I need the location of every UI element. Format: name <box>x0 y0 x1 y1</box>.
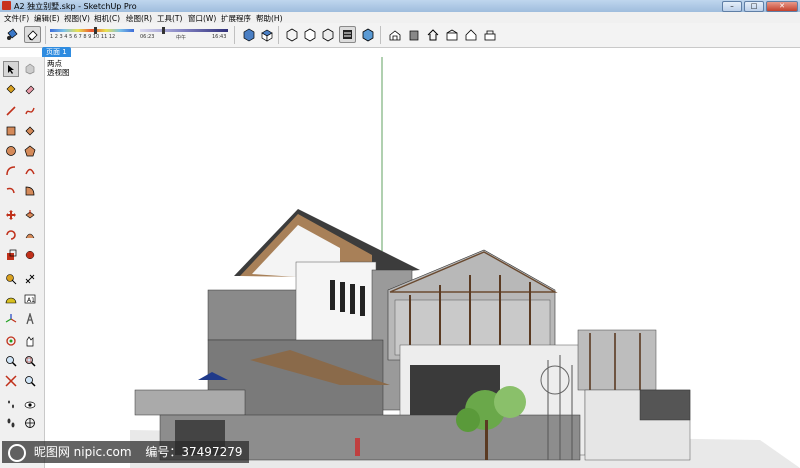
watermark-id: 编号：37497279 <box>145 445 243 459</box>
shaded-style-icon[interactable] <box>339 26 356 43</box>
person-figure <box>355 438 360 456</box>
eraser-tool-icon[interactable] <box>22 81 38 97</box>
scale-tool-icon[interactable] <box>3 247 19 263</box>
rectangle-tool-icon[interactable] <box>3 123 19 139</box>
title-bar: A2 独立别墅.skp - SketchUp Pro – □ ✕ <box>0 0 800 12</box>
three-point-arc-icon[interactable] <box>3 183 19 199</box>
protractor-tool-icon[interactable] <box>3 291 19 307</box>
close-button[interactable]: ✕ <box>766 1 798 12</box>
share-model-icon[interactable] <box>405 26 422 43</box>
watermark-banner: 昵图网 nipic.com 编号：37497279 <box>2 441 249 463</box>
house-outline-icon[interactable] <box>462 26 479 43</box>
walk-tool-icon[interactable] <box>3 397 19 413</box>
iso-view-icon[interactable] <box>240 26 257 43</box>
time-start-label: 06:23 <box>140 34 155 40</box>
model-viewport[interactable]: 两点 透视图 <box>45 57 800 468</box>
select-arrow-icon[interactable] <box>3 61 19 77</box>
minimize-button[interactable]: – <box>722 1 742 12</box>
offset-tool-icon[interactable] <box>22 247 38 263</box>
eraser-icon[interactable] <box>24 26 41 43</box>
main-toolbar: 1 2 3 4 5 6 7 8 9 10 11 12 06:23 中午 16:4… <box>0 23 800 48</box>
top-view-icon[interactable] <box>258 26 275 43</box>
section-plane-icon[interactable] <box>22 415 38 431</box>
xray-style-icon[interactable] <box>283 26 300 43</box>
look-around-icon[interactable] <box>22 397 38 413</box>
scene-tab[interactable]: 页面 1 <box>42 47 71 57</box>
terrace-railing <box>134 389 246 416</box>
textured-style-icon[interactable] <box>359 26 376 43</box>
dimension-tool-icon[interactable] <box>22 271 38 287</box>
follow-me-tool-icon[interactable] <box>22 227 38 243</box>
shadow-month-slider[interactable]: 1 2 3 4 5 6 7 8 9 10 11 12 <box>50 25 134 45</box>
orbit-tool-icon[interactable] <box>3 333 19 349</box>
wireframe-style-icon[interactable] <box>301 26 318 43</box>
zoom-extents-icon[interactable] <box>3 373 19 389</box>
home-icon[interactable] <box>424 26 441 43</box>
maximize-button[interactable]: □ <box>744 1 764 12</box>
make-component-icon[interactable] <box>22 61 38 77</box>
rotate-tool-icon[interactable] <box>3 227 19 243</box>
time-mid-label: 中午 <box>176 35 187 41</box>
move-tool-icon[interactable] <box>3 207 19 223</box>
line-tool-icon[interactable] <box>3 103 19 119</box>
text-tool-icon[interactable]: A1 <box>22 291 38 307</box>
tree-2 <box>494 386 526 418</box>
paint-bucket-icon[interactable] <box>4 26 21 43</box>
footprints-icon[interactable] <box>3 415 19 431</box>
tape-measure-icon[interactable] <box>3 271 19 287</box>
time-end-label: 16:43 <box>212 34 227 40</box>
left-toolbar: A1 <box>0 57 45 468</box>
zoom-window-icon[interactable] <box>22 353 38 369</box>
freehand-tool-icon[interactable] <box>22 103 38 119</box>
watermark-logo-icon <box>8 443 26 462</box>
polygon-tool-icon[interactable] <box>22 143 38 159</box>
window-title: A2 独立别墅.skp - SketchUp Pro <box>14 2 137 11</box>
warehouse-icon[interactable] <box>386 26 403 43</box>
3d-text-tool-icon[interactable] <box>22 311 38 327</box>
two-point-arc-icon[interactable] <box>22 163 38 179</box>
pan-tool-icon[interactable] <box>22 333 38 349</box>
zoom-tool-icon[interactable] <box>3 353 19 369</box>
sketchup-logo-icon <box>2 1 11 10</box>
push-pull-tool-icon[interactable] <box>22 207 38 223</box>
extension-warehouse-icon[interactable] <box>481 26 498 43</box>
watermark-text: 昵图网 nipic.com <box>33 445 132 459</box>
svg-text:A1: A1 <box>27 297 35 304</box>
villa-3d-model <box>130 57 800 468</box>
previous-view-icon[interactable] <box>22 373 38 389</box>
component-icon[interactable] <box>443 26 460 43</box>
arc-tool-icon[interactable] <box>3 163 19 179</box>
paint-icon[interactable] <box>3 81 19 97</box>
rotated-rectangle-tool-icon[interactable] <box>22 123 38 139</box>
month-labels: 1 2 3 4 5 6 7 8 9 10 11 12 <box>50 34 116 40</box>
shadow-time-slider[interactable]: 06:23 中午 16:43 <box>140 25 228 45</box>
pie-tool-icon[interactable] <box>22 183 38 199</box>
circle-tool-icon[interactable] <box>3 143 19 159</box>
hidden-line-style-icon[interactable] <box>319 26 336 43</box>
axes-tool-icon[interactable] <box>3 311 19 327</box>
menu-bar: 文件(F) 编辑(E) 视图(V) 相机(C) 绘图(R) 工具(T) 窗口(W… <box>0 12 800 23</box>
tree-3 <box>456 408 480 432</box>
